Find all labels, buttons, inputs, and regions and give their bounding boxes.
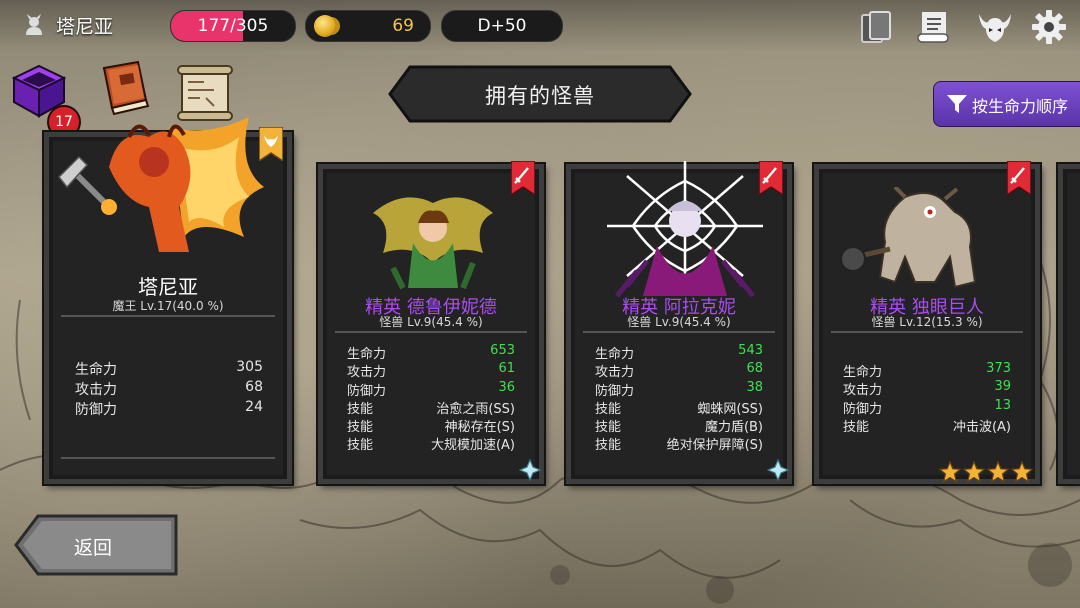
hp-bar: 177/305 bbox=[170, 10, 296, 42]
stat-row: 攻击力 61 bbox=[347, 361, 515, 381]
back-label: 返回 bbox=[74, 537, 113, 559]
divider bbox=[61, 315, 275, 317]
back-button[interactable]: 返回 bbox=[14, 514, 180, 576]
sword-flag-icon bbox=[759, 161, 783, 195]
star-icon bbox=[963, 461, 985, 483]
crystal-gem-icon bbox=[767, 459, 789, 481]
divider bbox=[583, 331, 775, 333]
star-icon bbox=[939, 461, 961, 483]
stat-row: 攻击力 68 bbox=[75, 379, 263, 398]
day-counter: D+50 bbox=[441, 10, 563, 42]
skill-row: 技能 治愈之雨(SS) bbox=[347, 401, 515, 417]
stats-list: 生命力 543 攻击力 68 防御力 38 技能 蜘蛛网(SS) 技能 魔力盾(B) 技能… bbox=[595, 343, 763, 453]
stat-row: 生命力 305 bbox=[75, 359, 263, 378]
stat-row: 生命力 543 bbox=[595, 343, 763, 362]
card-level: 魔王 Lv.17(40.0 %) bbox=[112, 299, 224, 313]
stats-list: 生命力 373 攻击力 39 防御力 13 技能 冲击波(A) bbox=[843, 361, 1011, 435]
demon-lord-icon bbox=[26, 14, 42, 35]
stat-row: 生命力 653 bbox=[347, 343, 515, 362]
skill-row: 技能 冲击波(A) bbox=[843, 419, 1011, 435]
monster-card-partial[interactable] bbox=[1058, 164, 1080, 484]
cards-icon[interactable] bbox=[858, 8, 896, 46]
divider bbox=[61, 457, 275, 459]
card-name: 塔尼亚 bbox=[138, 275, 198, 299]
monster-card-arachne[interactable]: 精英 阿拉克妮 怪兽 Lv.9(45.4 %) 生命力 543 攻击力 68 防御力… bbox=[566, 161, 792, 484]
skill-row: 技能 大规模加速(A) bbox=[347, 438, 515, 454]
sword-flag-icon bbox=[1007, 161, 1031, 195]
player-name: 塔尼亚 bbox=[56, 16, 114, 38]
fire-demon-sprite bbox=[57, 117, 264, 252]
crystal-gem-icon bbox=[519, 459, 541, 481]
card-level: 怪兽 Lv.12(15.3 %) bbox=[871, 315, 983, 329]
stat-row: 防御力 24 bbox=[75, 399, 263, 418]
druid-sprite bbox=[373, 197, 493, 290]
stats-list: 生命力 653 攻击力 61 防御力 36 技能 治愈之雨(SS) 技能 神秘存在(S) … bbox=[347, 343, 515, 453]
page-title: 拥有的怪兽 bbox=[485, 84, 595, 108]
stats-list: 生命力 305 攻击力 68 防御力 24 bbox=[75, 359, 263, 419]
star-icon bbox=[987, 461, 1009, 483]
star-icon bbox=[1011, 461, 1033, 483]
skill-row: 技能 魔力盾(B) bbox=[595, 420, 763, 436]
gear-icon[interactable] bbox=[1030, 8, 1068, 46]
demon-lord-flag-icon bbox=[259, 127, 283, 161]
title-banner: 拥有的怪兽 bbox=[388, 65, 692, 123]
demon-skull-icon[interactable] bbox=[976, 8, 1014, 46]
top-bar: 塔尼亚 177/305 69 D+50 bbox=[0, 0, 1080, 52]
stat-row: 防御力 36 bbox=[347, 379, 515, 399]
stat-row: 生命力 373 bbox=[843, 361, 1011, 380]
scroll-icon[interactable] bbox=[916, 8, 954, 46]
gold-amount: 69 bbox=[392, 16, 414, 36]
divider bbox=[831, 331, 1023, 333]
coin-icon bbox=[314, 15, 336, 37]
divider bbox=[335, 331, 527, 333]
skill-row: 技能 神秘存在(S) bbox=[347, 420, 515, 436]
monster-card-demon-lord[interactable]: 塔尼亚 魔王 Lv.17(40.0 %) 生命力 305 攻击力 68 防御力 24 bbox=[44, 117, 292, 484]
arachne-sprite bbox=[607, 161, 763, 298]
skill-row: 技能 绝对保护屏障(S) bbox=[595, 438, 763, 454]
day-text: D+50 bbox=[477, 16, 527, 36]
sort-by-hp-button[interactable]: 按生命力顺序 bbox=[933, 81, 1080, 127]
stat-row: 防御力 38 bbox=[595, 379, 763, 399]
cyclops-sprite bbox=[837, 187, 977, 289]
skill-row: 技能 蜘蛛网(SS) bbox=[595, 401, 763, 417]
hp-text: 177/305 bbox=[197, 16, 269, 36]
stat-row: 攻击力 68 bbox=[595, 361, 763, 381]
filter-icon bbox=[947, 95, 967, 113]
card-level: 怪兽 Lv.9(45.4 %) bbox=[627, 315, 731, 329]
sword-flag-icon bbox=[511, 161, 535, 195]
rarity-stars bbox=[939, 461, 1033, 483]
gold-counter: 69 bbox=[305, 10, 431, 42]
monster-card-druid[interactable]: 精英 德鲁伊妮德 怪兽 Lv.9(45.4 %) 生命力 653 攻击力 61 防御… bbox=[318, 161, 544, 484]
card-level: 怪兽 Lv.9(45.4 %) bbox=[379, 315, 483, 329]
monster-card-cyclops[interactable]: 精英 独眼巨人 怪兽 Lv.12(15.3 %) 生命力 373 攻击力 39 防御… bbox=[814, 161, 1040, 484]
sort-label: 按生命力顺序 bbox=[972, 97, 1069, 116]
stat-row: 攻击力 39 bbox=[843, 379, 1011, 399]
stat-row: 防御力 13 bbox=[843, 397, 1011, 417]
